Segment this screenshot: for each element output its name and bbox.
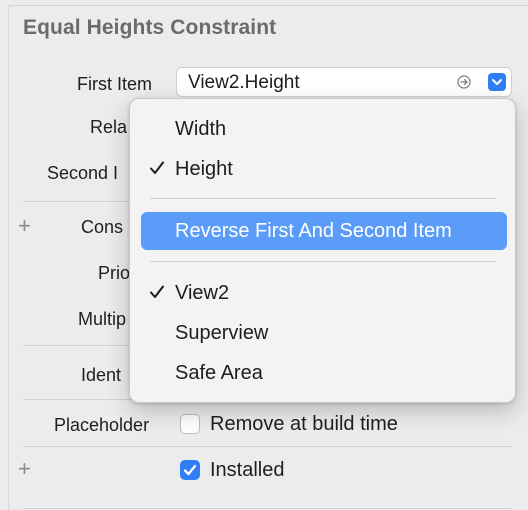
menu-item-label: View2 <box>175 282 230 304</box>
add-constant-variation-icon[interactable]: + <box>18 215 31 237</box>
menu-item-label: Height <box>175 158 233 180</box>
menu-item-view2[interactable]: View2 <box>141 274 507 312</box>
menu-item-label: Safe Area <box>175 362 263 384</box>
first-item-field[interactable]: View2.Height <box>176 67 512 97</box>
menu-item-label: Superview <box>175 322 269 344</box>
add-installed-variation-icon[interactable]: + <box>18 458 31 480</box>
checkmark-icon <box>183 464 197 476</box>
divider <box>23 446 511 447</box>
menu-separator <box>150 261 496 262</box>
first-item-value: View2.Height <box>188 72 300 93</box>
menu-item-label: Width <box>175 118 227 140</box>
menu-item-safe-area[interactable]: Safe Area <box>141 354 507 392</box>
constant-label: Cons <box>81 217 124 237</box>
chevron-down-icon <box>492 79 502 85</box>
menu-item-reverse-first-and-second[interactable]: Reverse First And Second Item <box>141 212 507 250</box>
checkmark-icon <box>150 285 164 298</box>
first-item-popup-menu: Width Height Reverse First And Second It… <box>129 98 516 403</box>
priority-label: Prio <box>98 263 131 283</box>
first-item-dropdown-button[interactable] <box>488 73 506 91</box>
remove-at-build-time-label: Remove at build time <box>210 413 398 435</box>
second-item-label: Second I <box>47 163 119 183</box>
section-title: Equal Heights Constraint <box>23 16 277 39</box>
placeholder-label: Placeholder <box>54 415 150 435</box>
top-divider <box>8 5 528 6</box>
checkmark-icon <box>150 161 164 174</box>
first-item-label: First Item <box>77 74 152 94</box>
left-divider <box>8 5 9 510</box>
divider <box>23 508 511 509</box>
identifier-label: Ident <box>81 365 122 385</box>
remove-at-build-time-checkbox[interactable] <box>180 414 200 434</box>
menu-item-width[interactable]: Width <box>141 110 507 148</box>
menu-item-superview[interactable]: Superview <box>141 314 507 352</box>
menu-item-label: Reverse First And Second Item <box>175 220 452 242</box>
installed-checkbox[interactable] <box>180 460 200 480</box>
navigate-arrow-icon[interactable] <box>457 75 471 89</box>
relation-label: Rela <box>90 117 128 137</box>
installed-label: Installed <box>210 459 285 481</box>
multiplier-label: Multip <box>78 309 127 329</box>
menu-separator <box>150 198 496 199</box>
menu-item-height[interactable]: Height <box>141 150 507 188</box>
